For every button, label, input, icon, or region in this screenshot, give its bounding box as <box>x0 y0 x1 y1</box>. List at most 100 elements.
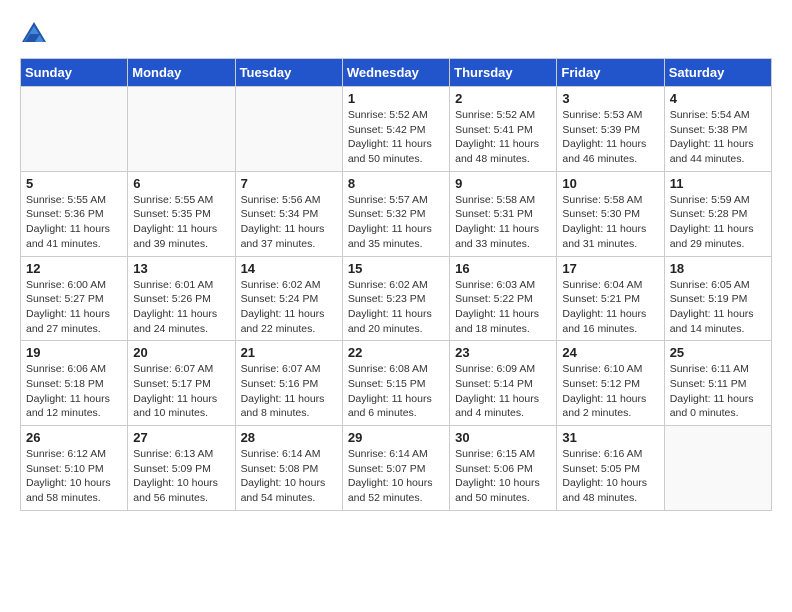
day-info: Sunrise: 5:55 AM Sunset: 5:36 PM Dayligh… <box>26 193 122 252</box>
calendar-cell: 13 Sunrise: 6:01 AM Sunset: 5:26 PM Dayli… <box>128 256 235 341</box>
day-number: 13 <box>133 261 229 276</box>
day-info: Sunrise: 5:53 AM Sunset: 5:39 PM Dayligh… <box>562 108 658 167</box>
calendar-cell: 6 Sunrise: 5:55 AM Sunset: 5:35 PM Daylig… <box>128 171 235 256</box>
day-number: 3 <box>562 91 658 106</box>
day-number: 24 <box>562 345 658 360</box>
weekday-header-row: SundayMondayTuesdayWednesdayThursdayFrid… <box>21 59 772 87</box>
calendar-cell: 22Sunrise: 6:08 AM Sunset: 5:15 PM Dayli… <box>342 341 449 426</box>
weekday-header-sunday: Sunday <box>21 59 128 87</box>
calendar-cell: 31 Sunrise: 6:16 AM Sunset: 5:05 PM Dayli… <box>557 426 664 511</box>
day-info: Sunrise: 6:14 AM Sunset: 5:08 PM Dayligh… <box>241 447 337 506</box>
day-number: 15 <box>348 261 444 276</box>
day-info: Sunrise: 6:09 AM Sunset: 5:14 PM Dayligh… <box>455 362 551 421</box>
day-info: Sunrise: 6:08 AM Sunset: 5:15 PM Dayligh… <box>348 362 444 421</box>
calendar-cell: 9 Sunrise: 5:58 AM Sunset: 5:31 PM Daylig… <box>450 171 557 256</box>
calendar-cell: 19 Sunrise: 6:06 AM Sunset: 5:18 PM Dayli… <box>21 341 128 426</box>
day-info: Sunrise: 6:02 AM Sunset: 5:23 PM Dayligh… <box>348 278 444 337</box>
day-info: Sunrise: 6:06 AM Sunset: 5:18 PM Dayligh… <box>26 362 122 421</box>
calendar-cell: 12Sunrise: 6:00 AM Sunset: 5:27 PM Dayli… <box>21 256 128 341</box>
day-info: Sunrise: 5:58 AM Sunset: 5:30 PM Dayligh… <box>562 193 658 252</box>
day-info: Sunrise: 5:56 AM Sunset: 5:34 PM Dayligh… <box>241 193 337 252</box>
calendar-cell: 21 Sunrise: 6:07 AM Sunset: 5:16 PM Dayli… <box>235 341 342 426</box>
day-info: Sunrise: 5:52 AM Sunset: 5:42 PM Dayligh… <box>348 108 444 167</box>
day-info: Sunrise: 6:04 AM Sunset: 5:21 PM Dayligh… <box>562 278 658 337</box>
day-number: 26 <box>26 430 122 445</box>
day-number: 17 <box>562 261 658 276</box>
day-number: 7 <box>241 176 337 191</box>
calendar-cell: 28 Sunrise: 6:14 AM Sunset: 5:08 PM Dayli… <box>235 426 342 511</box>
day-info: Sunrise: 5:54 AM Sunset: 5:38 PM Dayligh… <box>670 108 766 167</box>
calendar-cell: 14 Sunrise: 6:02 AM Sunset: 5:24 PM Dayli… <box>235 256 342 341</box>
calendar-week-row: 5 Sunrise: 5:55 AM Sunset: 5:36 PM Daylig… <box>21 171 772 256</box>
day-info: Sunrise: 6:11 AM Sunset: 5:11 PM Dayligh… <box>670 362 766 421</box>
calendar-cell: 5 Sunrise: 5:55 AM Sunset: 5:36 PM Daylig… <box>21 171 128 256</box>
calendar-cell: 16 Sunrise: 6:03 AM Sunset: 5:22 PM Dayli… <box>450 256 557 341</box>
weekday-header-wednesday: Wednesday <box>342 59 449 87</box>
day-number: 14 <box>241 261 337 276</box>
day-info: Sunrise: 5:52 AM Sunset: 5:41 PM Dayligh… <box>455 108 551 167</box>
day-info: Sunrise: 5:59 AM Sunset: 5:28 PM Dayligh… <box>670 193 766 252</box>
day-number: 21 <box>241 345 337 360</box>
day-number: 12 <box>26 261 122 276</box>
calendar-cell: 23 Sunrise: 6:09 AM Sunset: 5:14 PM Dayli… <box>450 341 557 426</box>
calendar-cell: 2 Sunrise: 5:52 AM Sunset: 5:41 PM Daylig… <box>450 87 557 172</box>
logo <box>20 20 52 48</box>
day-info: Sunrise: 6:07 AM Sunset: 5:17 PM Dayligh… <box>133 362 229 421</box>
day-info: Sunrise: 5:55 AM Sunset: 5:35 PM Dayligh… <box>133 193 229 252</box>
day-info: Sunrise: 6:07 AM Sunset: 5:16 PM Dayligh… <box>241 362 337 421</box>
day-number: 10 <box>562 176 658 191</box>
calendar-cell: 3 Sunrise: 5:53 AM Sunset: 5:39 PM Daylig… <box>557 87 664 172</box>
day-info: Sunrise: 6:02 AM Sunset: 5:24 PM Dayligh… <box>241 278 337 337</box>
day-number: 11 <box>670 176 766 191</box>
day-info: Sunrise: 6:12 AM Sunset: 5:10 PM Dayligh… <box>26 447 122 506</box>
calendar-cell: 7 Sunrise: 5:56 AM Sunset: 5:34 PM Daylig… <box>235 171 342 256</box>
day-number: 6 <box>133 176 229 191</box>
day-number: 29 <box>348 430 444 445</box>
calendar-cell: 27Sunrise: 6:13 AM Sunset: 5:09 PM Dayli… <box>128 426 235 511</box>
day-number: 19 <box>26 345 122 360</box>
page-header <box>20 20 772 48</box>
calendar-cell: 17 Sunrise: 6:04 AM Sunset: 5:21 PM Dayli… <box>557 256 664 341</box>
calendar-cell <box>235 87 342 172</box>
day-info: Sunrise: 6:01 AM Sunset: 5:26 PM Dayligh… <box>133 278 229 337</box>
calendar-week-row: 26 Sunrise: 6:12 AM Sunset: 5:10 PM Dayli… <box>21 426 772 511</box>
day-number: 30 <box>455 430 551 445</box>
calendar-cell: 10 Sunrise: 5:58 AM Sunset: 5:30 PM Dayli… <box>557 171 664 256</box>
day-info: Sunrise: 6:13 AM Sunset: 5:09 PM Dayligh… <box>133 447 229 506</box>
day-info: Sunrise: 6:05 AM Sunset: 5:19 PM Dayligh… <box>670 278 766 337</box>
calendar-cell: 24Sunrise: 6:10 AM Sunset: 5:12 PM Dayli… <box>557 341 664 426</box>
calendar-cell <box>664 426 771 511</box>
weekday-header-monday: Monday <box>128 59 235 87</box>
calendar-table: SundayMondayTuesdayWednesdayThursdayFrid… <box>20 58 772 511</box>
calendar-cell: 26 Sunrise: 6:12 AM Sunset: 5:10 PM Dayli… <box>21 426 128 511</box>
day-info: Sunrise: 6:16 AM Sunset: 5:05 PM Dayligh… <box>562 447 658 506</box>
day-number: 2 <box>455 91 551 106</box>
calendar-cell: 18 Sunrise: 6:05 AM Sunset: 5:19 PM Dayli… <box>664 256 771 341</box>
weekday-header-saturday: Saturday <box>664 59 771 87</box>
weekday-header-thursday: Thursday <box>450 59 557 87</box>
day-number: 9 <box>455 176 551 191</box>
day-info: Sunrise: 5:57 AM Sunset: 5:32 PM Dayligh… <box>348 193 444 252</box>
day-number: 8 <box>348 176 444 191</box>
day-number: 25 <box>670 345 766 360</box>
day-number: 16 <box>455 261 551 276</box>
calendar-cell: 1 Sunrise: 5:52 AM Sunset: 5:42 PM Daylig… <box>342 87 449 172</box>
logo-icon <box>20 20 48 48</box>
calendar-cell <box>21 87 128 172</box>
calendar-cell: 20Sunrise: 6:07 AM Sunset: 5:17 PM Dayli… <box>128 341 235 426</box>
calendar-cell: 29Sunrise: 6:14 AM Sunset: 5:07 PM Dayli… <box>342 426 449 511</box>
day-number: 23 <box>455 345 551 360</box>
day-number: 28 <box>241 430 337 445</box>
day-info: Sunrise: 6:03 AM Sunset: 5:22 PM Dayligh… <box>455 278 551 337</box>
calendar-week-row: 19 Sunrise: 6:06 AM Sunset: 5:18 PM Dayli… <box>21 341 772 426</box>
day-number: 18 <box>670 261 766 276</box>
weekday-header-tuesday: Tuesday <box>235 59 342 87</box>
calendar-cell <box>128 87 235 172</box>
weekday-header-friday: Friday <box>557 59 664 87</box>
day-number: 1 <box>348 91 444 106</box>
day-info: Sunrise: 5:58 AM Sunset: 5:31 PM Dayligh… <box>455 193 551 252</box>
day-number: 5 <box>26 176 122 191</box>
day-number: 4 <box>670 91 766 106</box>
day-number: 31 <box>562 430 658 445</box>
calendar-cell: 15 Sunrise: 6:02 AM Sunset: 5:23 PM Dayli… <box>342 256 449 341</box>
